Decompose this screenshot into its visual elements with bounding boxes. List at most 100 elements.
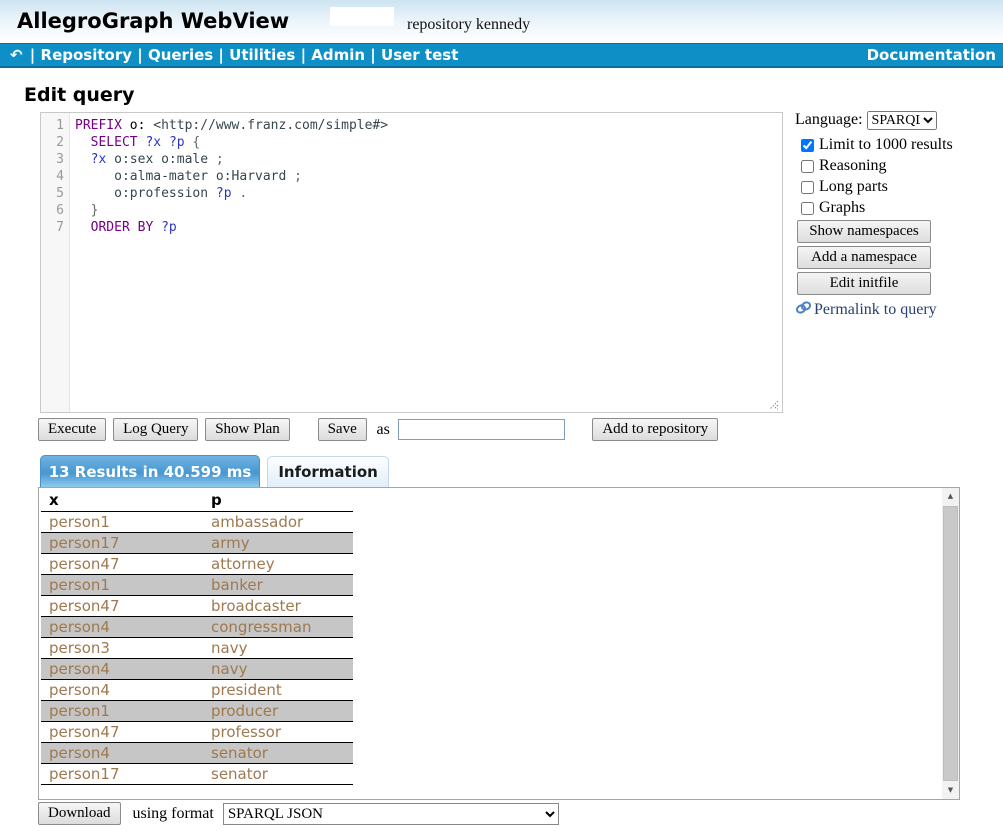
header-blank-patch bbox=[330, 7, 394, 26]
code-token: o:profession bbox=[114, 186, 208, 201]
query-options-panel: Language: SPARQL Limit to 1000 results Re… bbox=[795, 111, 970, 320]
tab-information[interactable]: Information bbox=[267, 456, 389, 487]
page-title: Edit query bbox=[24, 84, 135, 106]
table-cell: professor bbox=[203, 721, 353, 742]
table-cell: person4 bbox=[41, 658, 203, 679]
table-row: person4congressman bbox=[41, 616, 353, 637]
back-arrow-icon[interactable]: ↶ bbox=[8, 44, 25, 66]
table-cell: navy bbox=[203, 637, 353, 658]
add-a-namespace-button[interactable]: Add a namespace bbox=[797, 246, 931, 269]
code-token bbox=[153, 220, 161, 235]
code-token bbox=[208, 152, 216, 167]
scrollbar-down-icon[interactable]: ▼ bbox=[942, 782, 959, 799]
link-icon bbox=[795, 300, 814, 320]
nav-item-documentation[interactable]: Documentation bbox=[867, 44, 996, 66]
code-token bbox=[153, 152, 161, 167]
code-token: } bbox=[91, 203, 99, 218]
table-cell: congressman bbox=[203, 616, 353, 637]
code-token: ?p bbox=[161, 220, 177, 235]
actions-row: Execute Log Query Show Plan Save as Add … bbox=[38, 418, 958, 442]
option-row-long-parts: Long parts bbox=[801, 178, 970, 196]
show-namespaces-button[interactable]: Show namespaces bbox=[797, 220, 931, 243]
add-to-repository-button[interactable]: Add to repository bbox=[592, 418, 718, 441]
option-row-reasoning: Reasoning bbox=[801, 157, 970, 175]
nav-item-queries[interactable]: Queries bbox=[148, 46, 213, 64]
checkbox-graphs[interactable] bbox=[801, 202, 814, 215]
nav-separator: | bbox=[213, 46, 229, 64]
scrollbar-thumb[interactable] bbox=[943, 506, 958, 781]
code-token: . bbox=[239, 186, 247, 201]
app-title: AllegroGraph WebView bbox=[17, 9, 289, 33]
table-cell: person47 bbox=[41, 553, 203, 574]
save-button[interactable]: Save bbox=[318, 418, 367, 441]
line-number: 4 bbox=[41, 168, 64, 185]
code-token: ?p bbox=[216, 186, 232, 201]
download-button[interactable]: Download bbox=[38, 802, 121, 825]
nav-item-repository[interactable]: Repository bbox=[41, 46, 133, 64]
table-cell: broadcaster bbox=[203, 595, 353, 616]
edit-initfile-button[interactable]: Edit initfile bbox=[797, 272, 931, 295]
nav-menu: | Repository | Queries | Utilities | Adm… bbox=[25, 46, 459, 64]
nav-item-utilities[interactable]: Utilities bbox=[229, 46, 295, 64]
checkbox-limit-to-1000-results[interactable] bbox=[801, 139, 814, 152]
show-plan-button[interactable]: Show Plan bbox=[205, 418, 290, 441]
line-number: 1 bbox=[41, 117, 64, 134]
table-cell: attorney bbox=[203, 553, 353, 574]
code-token: o:Harvard bbox=[216, 169, 286, 184]
code-token bbox=[75, 152, 91, 167]
table-cell: senator bbox=[203, 742, 353, 763]
code-token bbox=[161, 135, 169, 150]
code-token: o:alma-mater bbox=[114, 169, 208, 184]
editor-code[interactable]: PREFIX o: <http://www.franz.com/simple#>… bbox=[70, 113, 782, 412]
column-header-p: p bbox=[203, 489, 353, 511]
checkbox-list: Limit to 1000 results Reasoning Long parts… bbox=[795, 136, 970, 217]
nav-item-admin[interactable]: Admin bbox=[311, 46, 365, 64]
checkbox-reasoning[interactable] bbox=[801, 160, 814, 173]
code-token bbox=[75, 186, 114, 201]
table-row: person17army bbox=[41, 532, 353, 553]
table-row: person47broadcaster bbox=[41, 595, 353, 616]
tab-results[interactable]: 13 Results in 40.599 ms bbox=[40, 455, 260, 487]
column-header-x: x bbox=[41, 489, 203, 511]
code-line: ORDER BY ?p bbox=[75, 219, 782, 236]
code-token: o:male bbox=[161, 152, 208, 167]
option-row-graphs: Graphs bbox=[801, 199, 970, 217]
nav-separator: | bbox=[295, 46, 311, 64]
permalink-link[interactable]: Permalink to query bbox=[795, 300, 970, 320]
line-number: 6 bbox=[41, 202, 64, 219]
table-cell: person1 bbox=[41, 574, 203, 595]
scrollbar-up-icon[interactable]: ▲ bbox=[942, 488, 959, 505]
language-label: Language: bbox=[795, 111, 863, 128]
table-cell: person1 bbox=[41, 700, 203, 721]
checkbox-long-parts[interactable] bbox=[801, 181, 814, 194]
code-token bbox=[75, 169, 114, 184]
code-token: { bbox=[192, 135, 200, 150]
nav-item-user-test[interactable]: User test bbox=[381, 46, 458, 64]
checkbox-label: Limit to 1000 results bbox=[819, 136, 953, 154]
table-row: person1producer bbox=[41, 700, 353, 721]
permalink-label: Permalink to query bbox=[814, 301, 937, 319]
format-select[interactable]: SPARQL JSON bbox=[223, 803, 559, 825]
resize-handle-icon[interactable] bbox=[767, 397, 779, 409]
language-select[interactable]: SPARQL bbox=[867, 111, 937, 130]
table-cell: ambassador bbox=[203, 511, 353, 532]
code-token: ; bbox=[294, 169, 302, 184]
table-row: person17senator bbox=[41, 763, 353, 784]
results-scrollbar[interactable]: ▲ ▼ bbox=[942, 488, 959, 799]
line-number: 7 bbox=[41, 219, 64, 236]
execute-button[interactable]: Execute bbox=[38, 418, 106, 441]
query-editor[interactable]: 1234567 PREFIX o: <http://www.franz.com/… bbox=[40, 112, 783, 413]
code-token: SELECT bbox=[91, 135, 138, 150]
log-query-button[interactable]: Log Query bbox=[113, 418, 198, 441]
repository-label: repository kennedy bbox=[407, 16, 530, 34]
table-row: person1ambassador bbox=[41, 511, 353, 532]
save-name-input[interactable] bbox=[398, 419, 565, 440]
code-line: SELECT ?x ?p { bbox=[75, 134, 782, 151]
table-row: person4navy bbox=[41, 658, 353, 679]
table-cell: person3 bbox=[41, 637, 203, 658]
code-token: <http://www.franz.com/simple#> bbox=[153, 118, 388, 133]
code-token: ORDER BY bbox=[91, 220, 154, 235]
table-cell: president bbox=[203, 679, 353, 700]
table-body: person1ambassadorperson17armyperson47att… bbox=[41, 511, 353, 784]
checkbox-label: Reasoning bbox=[819, 157, 887, 175]
